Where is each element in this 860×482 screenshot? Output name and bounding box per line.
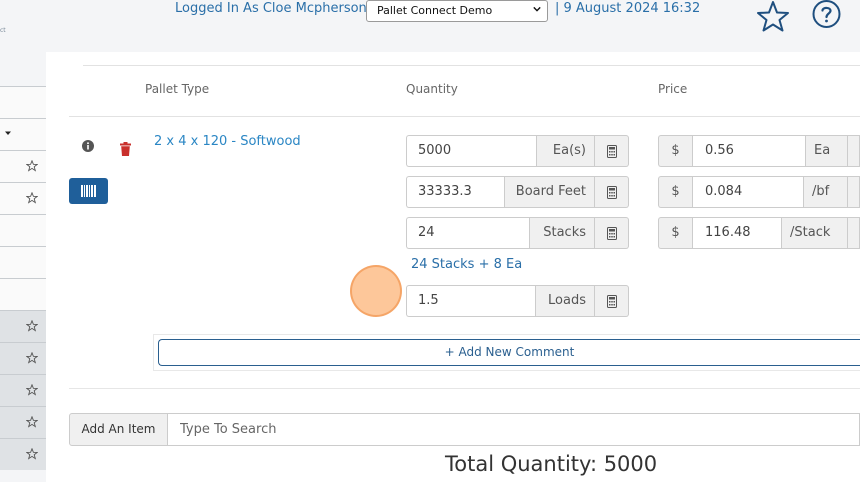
sidebar-item[interactable] xyxy=(0,406,46,438)
price-stack-group: $ 116.48 /Stack xyxy=(658,217,860,249)
sidebar-item[interactable] xyxy=(0,342,46,374)
calculator-button[interactable] xyxy=(595,176,629,208)
quantity-board-feet-input[interactable]: 33333.3 xyxy=(406,176,504,208)
quantity-board-feet-unit: Board Feet xyxy=(504,176,595,208)
organization-select-value: Pallet Connect Demo xyxy=(377,4,493,17)
quantity-each-unit: Ea(s) xyxy=(536,135,595,167)
quantity-loads-group: 1.5 Loads xyxy=(406,285,629,317)
price-stack-action[interactable] xyxy=(848,217,860,249)
organization-select[interactable]: Pallet Connect Demo xyxy=(366,0,548,22)
column-header-pallet-type: Pallet Type xyxy=(145,82,210,96)
currency-symbol: $ xyxy=(658,176,692,208)
sidebar-item[interactable] xyxy=(0,374,46,406)
price-each-group: $ 0.56 Ea xyxy=(658,135,860,167)
chevron-down-icon xyxy=(533,6,541,12)
quantity-board-feet-group: 33333.3 Board Feet xyxy=(406,176,629,208)
calculator-button[interactable] xyxy=(595,135,629,167)
chevron-down-icon xyxy=(5,131,11,135)
currency-symbol: $ xyxy=(658,217,692,249)
cursor-indicator xyxy=(350,265,402,317)
star-icon[interactable] xyxy=(26,160,38,172)
item-search-input[interactable] xyxy=(168,413,860,446)
add-comment-button[interactable]: + Add New Comment xyxy=(158,339,860,366)
quantity-stacks-unit: Stacks xyxy=(529,217,595,249)
price-board-feet-group: $ 0.084 /bf xyxy=(658,176,860,208)
price-board-feet-input[interactable]: 0.084 xyxy=(692,176,804,208)
add-item-button[interactable]: Add An Item xyxy=(69,413,168,446)
column-header-price: Price xyxy=(658,82,688,96)
star-icon[interactable] xyxy=(26,192,38,204)
help-icon[interactable] xyxy=(810,0,843,33)
sidebar-item[interactable] xyxy=(0,246,46,278)
quantity-each-group: 5000 Ea(s) xyxy=(406,135,629,167)
calculator-button[interactable] xyxy=(595,217,629,249)
sidebar-item[interactable] xyxy=(0,310,46,342)
sidebar-item[interactable] xyxy=(0,278,46,310)
divider xyxy=(69,116,860,117)
left-sidebar xyxy=(0,52,46,482)
price-each-unit: Ea xyxy=(806,135,848,167)
order-panel: Pallet Type Quantity Price 2 x 4 x 120 -… xyxy=(46,52,860,482)
star-icon[interactable] xyxy=(26,384,38,396)
star-icon[interactable] xyxy=(26,320,38,332)
current-datetime: | 9 August 2024 16:32 xyxy=(555,1,701,16)
info-icon[interactable] xyxy=(82,140,94,152)
price-each-input[interactable]: 0.56 xyxy=(692,135,806,167)
total-quantity: Total Quantity: 5000 xyxy=(445,452,658,476)
sidebar-item[interactable] xyxy=(0,438,46,470)
divider xyxy=(69,388,860,389)
quantity-stacks-group: 24 Stacks xyxy=(406,217,629,249)
column-header-quantity: Quantity xyxy=(406,82,458,96)
divider xyxy=(83,65,860,66)
currency-symbol: $ xyxy=(658,135,692,167)
star-icon[interactable] xyxy=(26,352,38,364)
quantity-loads-unit: Loads xyxy=(535,285,595,317)
top-bar: ct Logged In As Cloe Mcpherson | Pallet … xyxy=(0,0,860,52)
price-board-feet-action[interactable] xyxy=(848,176,860,208)
favorite-star-icon[interactable] xyxy=(755,0,791,32)
sidebar-item[interactable] xyxy=(0,86,46,118)
barcode-icon xyxy=(81,185,96,197)
barcode-button[interactable] xyxy=(69,178,108,204)
sidebar-item[interactable] xyxy=(0,150,46,182)
price-each-action[interactable] xyxy=(848,135,860,167)
sidebar-item[interactable] xyxy=(0,214,46,246)
star-icon[interactable] xyxy=(26,448,38,460)
logged-in-user: Logged In As Cloe Mcpherson | xyxy=(175,1,376,16)
calculator-icon xyxy=(607,145,617,158)
quantity-each-input[interactable]: 5000 xyxy=(406,135,536,167)
price-stack-unit: /Stack xyxy=(782,217,848,249)
quantity-stacks-input[interactable]: 24 xyxy=(406,217,529,249)
calculator-icon xyxy=(607,186,617,199)
star-icon[interactable] xyxy=(26,416,38,428)
brand-fragment: ct xyxy=(0,27,6,34)
quantity-loads-input[interactable]: 1.5 xyxy=(406,285,535,317)
sidebar-dropdown[interactable] xyxy=(0,118,46,150)
calculator-icon xyxy=(607,227,617,240)
sidebar-item[interactable] xyxy=(0,182,46,214)
product-link[interactable]: 2 x 4 x 120 - Softwood xyxy=(154,134,301,149)
trash-icon[interactable] xyxy=(120,142,131,156)
price-stack-input[interactable]: 116.48 xyxy=(692,217,782,249)
stack-summary: 24 Stacks + 8 Ea xyxy=(411,257,523,272)
price-board-feet-unit: /bf xyxy=(804,176,848,208)
calculator-button[interactable] xyxy=(595,285,629,317)
calculator-icon xyxy=(607,295,617,308)
